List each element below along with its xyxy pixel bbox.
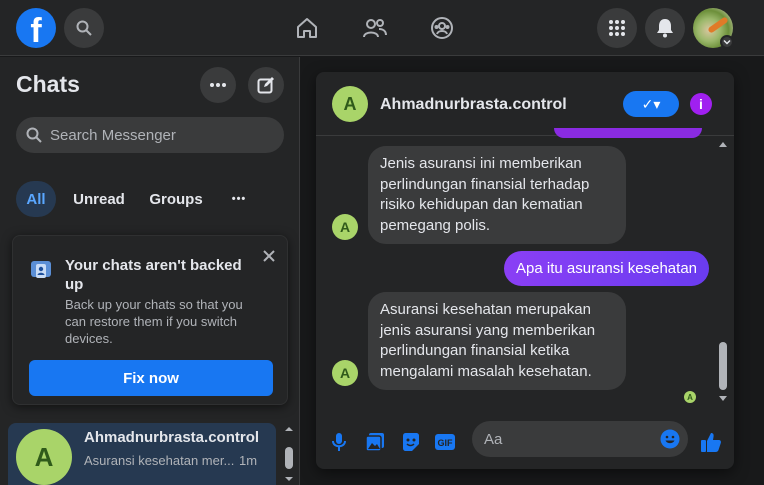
outgoing-message: Apa itu asuransi kesehatan — [504, 251, 709, 286]
conversation-info-button[interactable]: i — [690, 93, 712, 115]
chats-title: Chats — [16, 71, 80, 97]
sticker-icon — [403, 433, 419, 451]
gif-icon: GIF — [435, 434, 455, 450]
seen-indicator-avatar: A — [684, 391, 696, 403]
message-placeholder: Aa — [484, 431, 503, 448]
chat-actions-button[interactable]: ✓▾ — [623, 91, 679, 117]
attach-photo-button[interactable] — [364, 431, 386, 453]
incoming-message: Jenis asuransi ini memberikan perlindung… — [368, 146, 626, 244]
filter-unread[interactable]: Unread — [66, 181, 132, 217]
dismiss-backup-button[interactable] — [261, 248, 277, 264]
scroll-up-icon[interactable] — [719, 142, 727, 147]
filter-groups[interactable]: Groups — [142, 181, 210, 217]
top-navigation-bar: f — [0, 0, 764, 56]
scroll-down-icon[interactable] — [719, 396, 727, 401]
chat-header: A Ahmadnurbrasta.control ✓▾ i — [316, 72, 734, 136]
search-icon — [76, 20, 92, 36]
filter-more[interactable]: ••• — [222, 181, 256, 217]
facebook-logo[interactable]: f — [16, 8, 56, 48]
scroll-thumb[interactable] — [719, 342, 727, 390]
close-icon — [263, 250, 275, 262]
chat-scrollbar[interactable] — [716, 137, 730, 412]
compose-icon — [257, 77, 274, 94]
message-list: Jenis asuransi ini memberikan perlindung… — [316, 137, 734, 417]
emoji-icon[interactable] — [660, 429, 680, 449]
more-horizontal-icon — [210, 83, 226, 87]
incoming-message: Asuransi kesehatan merupakan jenis asura… — [368, 292, 626, 390]
filter-all[interactable]: All — [16, 181, 56, 217]
groups-icon — [431, 17, 453, 39]
account-dropdown-badge[interactable] — [720, 35, 734, 49]
message-composer: GIF Aa — [316, 417, 734, 469]
search-icon — [26, 127, 42, 143]
conversation-time: 1m — [239, 453, 258, 468]
menu-grid-icon — [609, 20, 625, 36]
search-placeholder: Search Messenger — [50, 126, 176, 144]
groups-tab[interactable] — [426, 12, 458, 44]
scroll-thumb[interactable] — [285, 447, 293, 469]
notifications-bell-icon — [657, 19, 673, 38]
voice-clip-button[interactable] — [328, 431, 350, 453]
send-like-button[interactable] — [700, 431, 722, 453]
notifications-button[interactable] — [645, 8, 685, 48]
sticker-button[interactable] — [400, 431, 422, 453]
conversation-row[interactable]: A Ahmadnurbrasta.control Asuransi keseha… — [8, 423, 276, 485]
fix-now-button[interactable]: Fix now — [29, 360, 273, 396]
home-tab[interactable] — [291, 12, 323, 44]
sidebar-scrollbar[interactable] — [282, 423, 296, 485]
search-button[interactable] — [64, 8, 104, 48]
chats-sidebar: Chats Search Messenger All Unread Groups… — [0, 57, 300, 485]
backup-description: Back up your chats so that you can resto… — [65, 297, 243, 346]
sender-avatar: A — [332, 214, 358, 240]
menu-button[interactable] — [597, 8, 637, 48]
contact-name[interactable]: Ahmadnurbrasta.control — [380, 96, 567, 114]
phone-backup-icon — [31, 261, 51, 278]
backup-warning-card: Your chats aren't backed up Back up your… — [12, 235, 288, 405]
thumbs-up-icon — [701, 433, 721, 452]
new-message-button[interactable] — [248, 67, 284, 103]
scroll-up-icon[interactable] — [285, 427, 293, 431]
chat-window: A Ahmadnurbrasta.control ✓▾ i Jenis asur… — [316, 72, 734, 469]
svg-text:GIF: GIF — [438, 438, 454, 448]
conversation-name: Ahmadnurbrasta.control — [84, 429, 260, 446]
chevron-down-icon — [723, 39, 731, 45]
microphone-icon — [332, 433, 346, 451]
scroll-down-icon[interactable] — [285, 477, 293, 481]
search-messenger-field[interactable]: Search Messenger — [16, 117, 284, 153]
sender-avatar: A — [332, 360, 358, 386]
conversation-avatar: A — [16, 429, 72, 485]
home-icon — [297, 18, 317, 38]
gif-button[interactable]: GIF — [434, 431, 456, 453]
conversation-preview: Asuransi kesehatan mer... — [84, 453, 234, 468]
image-icon — [365, 433, 384, 452]
backup-title: Your chats aren't backed up — [65, 257, 242, 293]
message-input[interactable]: Aa — [472, 421, 688, 457]
friends-tab[interactable] — [359, 12, 391, 44]
chat-options-button[interactable] — [200, 67, 236, 103]
friends-icon — [363, 19, 387, 38]
contact-avatar[interactable]: A — [332, 86, 368, 122]
